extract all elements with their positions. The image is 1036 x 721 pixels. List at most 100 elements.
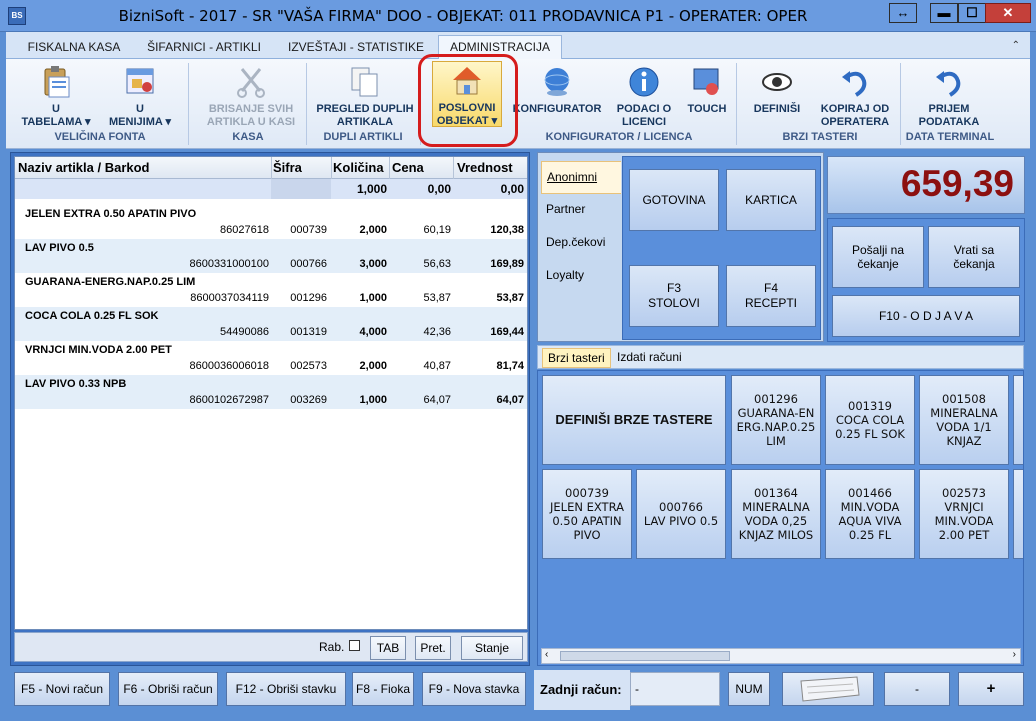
tables-button[interactable]: F3 STOLOVI: [629, 265, 719, 327]
delete-all-articles-label: BRISANJE SVIH ARTIKLA U KASI: [206, 103, 296, 128]
stock-button[interactable]: Stanje: [461, 636, 523, 660]
tab-loyalty[interactable]: Loyalty: [541, 260, 621, 293]
table-row[interactable]: GUARANA-ENERG.NAP.0.25 LIM 8600037034119 0…: [15, 273, 527, 307]
col-sifra[interactable]: Šifra: [273, 160, 302, 175]
put-on-hold-button[interactable]: Pošalji na čekanje: [832, 226, 924, 288]
font-menus-label: U MENIJIMA ▾: [109, 103, 171, 128]
item-code: 000739: [290, 224, 327, 236]
window-title: BizniSoft - 2017 - SR "VAŠA FIRMA" DOO -…: [118, 7, 808, 25]
tab-izdati-racuni[interactable]: Izdati računi: [612, 348, 687, 368]
item-code: 002573: [290, 360, 327, 372]
configurator-button[interactable]: KONFIGURATOR: [512, 63, 602, 116]
copy-from-operator-label: KOPIRAJ OD OPERATERA: [820, 103, 890, 128]
quick-key[interactable]: 001508 MINERALNA VODA 1/1 KNJAZ: [919, 375, 1009, 465]
copy-from-operator-button[interactable]: KOPIRAJ OD OPERATERA: [812, 63, 898, 129]
tab-button[interactable]: TAB: [370, 636, 406, 660]
quick-key[interactable]: 000766 LAV PIVO 0.5: [636, 469, 726, 559]
touch-button[interactable]: TOUCH: [684, 63, 730, 116]
item-value: 53,87: [496, 292, 524, 304]
new-item-button[interactable]: F9 - Nova stavka: [422, 672, 526, 706]
close-button[interactable]: ✕: [985, 3, 1031, 23]
quick-key-partial[interactable]: [1013, 375, 1023, 465]
grid-input-row[interactable]: 1,000 0,00 0,00: [15, 179, 527, 199]
items-grid: Naziv artikla / Barkod Šifra Količina Ce…: [14, 156, 528, 630]
group-label-kasa: KASA: [232, 131, 264, 143]
restore-size-button[interactable]: ↔: [889, 3, 917, 23]
scroll-right-icon[interactable]: ›: [1013, 649, 1016, 660]
keyboard-icon: [800, 676, 860, 702]
receive-data-button[interactable]: PRIJEM PODATAKA: [906, 63, 992, 129]
plus-button[interactable]: +: [958, 672, 1024, 706]
scroll-thumb[interactable]: [560, 651, 730, 661]
delete-all-articles-button[interactable]: BRISANJE SVIH ARTIKLA U KASI: [196, 63, 306, 129]
new-receipt-button[interactable]: F5 - Novi račun: [14, 672, 110, 706]
duplicate-articles-button[interactable]: PREGLED DUPLIH ARTIKALA: [312, 63, 418, 129]
quick-key[interactable]: 001319 COCA COLA 0.25 FL SOK: [825, 375, 915, 465]
payment-buttons: GOTOVINA KARTICA F3 STOLOVI F4 RECEPTI: [622, 156, 821, 340]
tab-sifarnici[interactable]: ŠIFARNICI - ARTIKLI: [138, 37, 270, 59]
maximize-button[interactable]: ☐: [958, 3, 986, 23]
keyboard-button[interactable]: [782, 672, 874, 706]
table-row[interactable]: LAV PIVO 0.5 8600331000100 000766 3,000 56,6…: [15, 239, 527, 273]
cash-button[interactable]: GOTOVINA: [629, 169, 719, 231]
quick-key[interactable]: 001296 GUARANA-EN ERG.NAP.0.25 LIM: [731, 375, 821, 465]
quick-key[interactable]: 001364 MINERALNA VODA 0,25 KNJAZ MILOS: [731, 469, 821, 559]
col-vrednost[interactable]: Vrednost: [457, 160, 513, 175]
item-quantity: 4,000: [359, 326, 387, 338]
collapse-ribbon-icon[interactable]: ⌃: [1012, 40, 1020, 51]
table-row[interactable]: JELEN EXTRA 0.50 APATIN PIVO 86027618 0007…: [15, 205, 527, 239]
input-vrednost[interactable]: 0,00: [455, 182, 524, 196]
recipes-button[interactable]: F4 RECEPTI: [726, 265, 816, 327]
drawer-button[interactable]: F8 - Fioka: [352, 672, 414, 706]
input-kolicina[interactable]: 1,000: [331, 182, 387, 196]
quick-key-partial[interactable]: [1013, 469, 1023, 559]
quick-key[interactable]: 000739 JELEN EXTRA 0.50 APATIN PIVO: [542, 469, 632, 559]
table-row[interactable]: LAV PIVO 0.33 NPB 8600102672987 003269 1,00…: [15, 375, 527, 409]
tab-anonimni[interactable]: Anonimni: [541, 161, 621, 194]
quick-key[interactable]: 001466 MIN.VODA AQUA VIVA 0.25 FL: [825, 469, 915, 559]
col-cena[interactable]: Cena: [392, 160, 424, 175]
tab-brzi-tasteri[interactable]: Brzi tasteri: [542, 348, 611, 368]
item-price: 53,87: [423, 292, 451, 304]
item-quantity: 2,000: [359, 224, 387, 236]
define-quick-keys-tile[interactable]: DEFINIŠI BRZE TASTERE: [542, 375, 726, 465]
delete-item-button[interactable]: F12 - Obriši stavku: [226, 672, 346, 706]
input-cena[interactable]: 0,00: [391, 182, 451, 196]
table-row[interactable]: VRNJCI MIN.VODA 2.00 PET 8600036006018 002…: [15, 341, 527, 375]
font-tables-button[interactable]: U TABELAMA ▾: [18, 63, 94, 129]
font-menus-button[interactable]: U MENIJIMA ▾: [100, 63, 180, 129]
col-kolicina[interactable]: Količina: [333, 160, 384, 175]
ribbon-separator: [188, 63, 189, 145]
item-code: 003269: [290, 394, 327, 406]
minimize-button[interactable]: ▬: [930, 3, 958, 23]
item-code: 001296: [290, 292, 327, 304]
license-info-button[interactable]: PODACI O LICENCI: [606, 63, 682, 129]
define-quick-keys-button[interactable]: DEFINIŠI: [744, 63, 810, 116]
retrieve-hold-button[interactable]: Vrati sa čekanja: [928, 226, 1020, 288]
quick-key[interactable]: 002573 VRNJCI MIN.VODA 2.00 PET: [919, 469, 1009, 559]
horizontal-scrollbar[interactable]: ‹ ›: [541, 648, 1021, 664]
tab-partner[interactable]: Partner: [541, 194, 621, 227]
scroll-left-icon[interactable]: ‹: [545, 649, 548, 660]
col-naziv[interactable]: Naziv artikla / Barkod: [18, 160, 150, 175]
card-button[interactable]: KARTICA: [726, 169, 816, 231]
search-button[interactable]: Pret.: [415, 636, 451, 660]
item-price: 56,63: [423, 258, 451, 270]
quick-keys-area: DEFINIŠI BRZE TASTERE 001296 GUARANA-EN …: [537, 370, 1024, 666]
ribbon: U TABELAMA ▾ U MENIJIMA ▾ VELIČINA FONTA…: [6, 59, 1030, 149]
rabat-checkbox[interactable]: [349, 640, 360, 651]
tab-fiskalna-kasa[interactable]: FISKALNA KASA: [20, 37, 128, 59]
app-icon[interactable]: BS: [8, 7, 26, 25]
documents-icon: [348, 65, 382, 99]
minus-button[interactable]: -: [884, 672, 950, 706]
tab-izvestaji[interactable]: IZVEŠTAJI - STATISTIKE: [280, 37, 432, 59]
item-name: LAV PIVO 0.33 NPB: [25, 378, 127, 390]
ribbon-tabs: FISKALNA KASA ŠIFARNICI - ARTIKLI IZVEŠT…: [6, 32, 1030, 60]
touch-label: TOUCH: [687, 103, 727, 115]
eye-icon: [760, 65, 794, 99]
logout-button[interactable]: F10 - O D J A V A: [832, 295, 1020, 337]
table-row[interactable]: COCA COLA 0.25 FL SOK 54490086 001319 4,000…: [15, 307, 527, 341]
tab-dep-cekovi[interactable]: Dep.čekovi: [541, 227, 621, 260]
delete-receipt-button[interactable]: F6 - Obriši račun: [118, 672, 218, 706]
scissors-icon: [234, 65, 268, 99]
